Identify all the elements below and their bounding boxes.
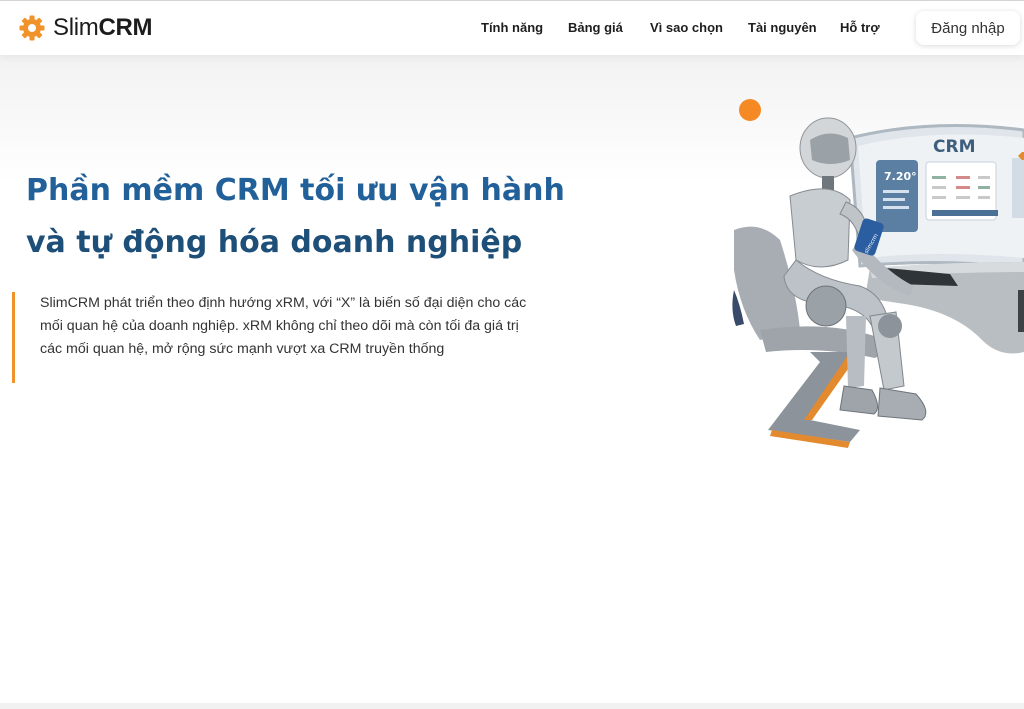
crm-monitor: CRM 7.20°: [848, 124, 1024, 278]
nav-link-why-choose[interactable]: Vì sao chọn: [650, 20, 723, 35]
hero-description: SlimCRM phát triển theo định hướng xRM, …: [40, 295, 527, 357]
login-button[interactable]: Đăng nhập: [916, 11, 1020, 45]
nav-link-support[interactable]: Hỗ trợ: [840, 20, 880, 35]
robot-chest-label: Slim: [771, 211, 790, 221]
site-header: SlimCRM Tính năng Bảng giá Vì sao chọn T…: [0, 1, 1024, 55]
nav-link-features[interactable]: Tính năng: [481, 20, 543, 35]
monitor-crm-label: CRM: [933, 137, 975, 157]
brand-name-bold: CRM: [98, 14, 153, 41]
gear-icon: [19, 15, 45, 41]
orange-dot: [739, 99, 761, 121]
robot-crm-illustration: CRM 7.20° Slim slimcrm: [732, 99, 1024, 448]
nav-link-pricing[interactable]: Bảng giá: [568, 20, 623, 35]
hero-title-line-2: và tự động hóa doanh nghiệp: [26, 225, 523, 260]
hero-title-line-1: Phần mềm CRM tối ưu vận hành: [26, 173, 565, 208]
monitor-stat-value: 7.20°: [884, 170, 917, 183]
hero-title: Phần mềm CRM tối ưu vận hành và tự động …: [26, 165, 586, 269]
section-divider: [0, 703, 1024, 709]
nav-link-resources[interactable]: Tài nguyên: [748, 20, 817, 35]
brand-name: SlimCRM: [53, 14, 153, 42]
brand-name-light: Slim: [53, 14, 99, 41]
brand-logo[interactable]: SlimCRM: [18, 14, 153, 42]
quote-accent-bar: [12, 292, 15, 383]
